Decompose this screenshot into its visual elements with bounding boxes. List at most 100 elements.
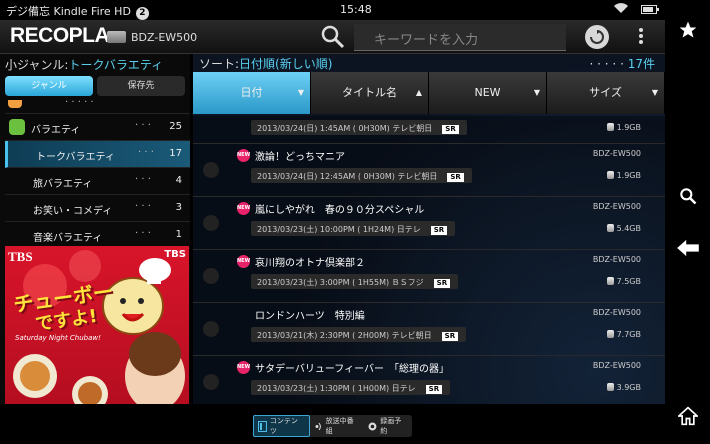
sr-badge: SR — [433, 279, 451, 288]
select-checkbox[interactable] — [203, 162, 219, 178]
recording-title: 哀川翔のオトナ倶楽部２ — [255, 258, 365, 269]
record-icon — [368, 422, 377, 430]
contents-icon — [258, 420, 267, 432]
item-count: · · · · · 17件 — [589, 57, 655, 71]
notification-badge[interactable]: 2 — [135, 7, 149, 20]
disk-icon — [606, 383, 614, 391]
column-size[interactable]: サイズ ▼ — [547, 72, 665, 114]
recording-row[interactable]: ロンドンハーツ 特別編 BDZ-EW500 2013/03/21(木) 2:30… — [193, 303, 665, 356]
recording-row[interactable]: NEW サタデーバリューフィーバー 「総理の器」 BDZ-EW500 2013/… — [193, 356, 665, 409]
contents-button[interactable]: コンテンツ — [253, 415, 310, 437]
sort-arrow-icon: ▼ — [651, 88, 658, 97]
status-bar: デジ備忘 Kindle Fire HD 2 15:48 — [0, 0, 665, 20]
genre-item-variety[interactable]: バラエティ · · · 25 — [5, 114, 190, 141]
variety-icon — [9, 119, 25, 135]
disk-icon — [606, 123, 614, 131]
disk-icon — [606, 277, 614, 285]
system-nav-bar — [665, 0, 710, 444]
reservation-button[interactable]: 録画予約 — [364, 415, 412, 437]
column-new[interactable]: NEW ▼ — [429, 72, 547, 114]
recording-device: BDZ-EW500 — [592, 149, 641, 158]
app-header: RECOPLA BDZ-EW500 キーワードを入力 — [0, 20, 665, 54]
genre-item-travel-variety[interactable]: 旅バラエティ · · · 4 — [5, 168, 190, 195]
file-size: 1.9GB — [606, 123, 641, 132]
recording-list-panel: ソート:日付順(新しい順) · · · · · 17件 日付 ▼ タイトル名 ▲ N… — [193, 54, 665, 409]
column-date[interactable]: 日付 ▼ — [193, 72, 311, 114]
search-icon[interactable] — [320, 24, 346, 50]
file-size: 1.9GB — [606, 171, 641, 180]
program-thumbnail[interactable]: TBS TBS チューボー ですよ! Saturday Night Chubaw… — [5, 246, 189, 404]
new-badge: NEW — [237, 255, 250, 268]
file-size: 3.9GB — [606, 383, 641, 392]
overflow-menu-button[interactable] — [637, 27, 645, 47]
refresh-button[interactable] — [585, 25, 609, 49]
select-checkbox[interactable] — [203, 215, 219, 231]
sr-badge: SR — [442, 125, 459, 134]
search-input[interactable]: キーワードを入力 — [354, 24, 566, 51]
program-subtitle: Saturday Night Chubaw! — [15, 334, 101, 342]
recording-row[interactable]: NEW 哀川翔のオトナ倶楽部２ BDZ-EW500 2013/03/23(土) … — [193, 250, 665, 303]
file-size: 7.7GB — [606, 330, 641, 339]
genre-item-partial[interactable]: · · · · · — [5, 97, 190, 114]
recording-device: BDZ-EW500 — [592, 255, 641, 264]
sort-arrow-icon: ▼ — [297, 88, 304, 97]
sort-bar: ソート:日付順(新しい順) · · · · · 17件 — [193, 54, 665, 71]
recording-list: 2013/03/24(日) 1:45AM ( 0H30M) テレビ朝日 SR 1.… — [193, 116, 665, 409]
recording-row[interactable]: NEW 嵐にしやがれ 春の９０分スペシャル BDZ-EW500 2013/03/… — [193, 197, 665, 250]
select-checkbox[interactable] — [203, 321, 219, 337]
genre-tabs: ジャンル 保存先 — [5, 76, 185, 98]
recording-info: 2013/03/24(日) 12:45AM ( 0H30M) テレビ朝日 SR — [251, 168, 472, 183]
genre-item-comedy[interactable]: お笑い・コメディ · · · 3 — [5, 195, 190, 222]
new-badge: NEW — [237, 149, 250, 162]
file-size: 7.5GB — [606, 277, 641, 286]
recording-row[interactable]: NEW 激論！どっちマニア BDZ-EW500 2013/03/24(日) 12… — [193, 144, 665, 197]
sr-badge: SR — [425, 385, 443, 394]
app-logo: RECOPLA — [10, 24, 110, 47]
column-title[interactable]: タイトル名 ▲ — [311, 72, 429, 114]
recording-info: 2013/03/21(木) 2:30PM ( 2H00M) テレビ朝日 SR — [251, 327, 467, 342]
device-name: BDZ-EW500 — [131, 31, 198, 44]
disk-icon — [606, 330, 614, 338]
status-time: 15:48 — [340, 3, 372, 16]
column-headers: 日付 ▼ タイトル名 ▲ NEW ▼ サイズ ▼ — [193, 72, 665, 114]
recording-title: ロンドンハーツ 特別編 — [255, 311, 365, 322]
file-size: 5.4GB — [606, 224, 641, 233]
recording-info: 2013/03/23(土) 3:00PM ( 1H55M) ＢＳフジ SR — [251, 274, 459, 289]
sr-badge: SR — [441, 332, 459, 341]
recording-title: 嵐にしやがれ 春の９０分スペシャル — [255, 205, 425, 216]
recording-device: BDZ-EW500 — [592, 202, 641, 211]
genre-panel: 小ジャンル:トークバラエティ ジャンル 保存先 · · · · · バラエティ … — [0, 54, 190, 404]
disk-icon — [606, 224, 614, 232]
recorder-device-icon — [107, 31, 126, 43]
recording-device: BDZ-EW500 — [592, 308, 641, 317]
genre-item-music-variety[interactable]: 音楽バラエティ · · · 1 — [5, 222, 190, 249]
bottom-toolbar: コンテンツ 放送中番組 録画予約 — [0, 404, 665, 444]
sort-arrow-icon: ▲ — [415, 88, 422, 97]
recording-info: 2013/03/24(日) 1:45AM ( 0H30M) テレビ朝日 SR — [251, 120, 467, 135]
recording-row[interactable]: 2013/03/24(日) 1:45AM ( 0H30M) テレビ朝日 SR 1.… — [193, 116, 665, 144]
select-checkbox[interactable] — [203, 374, 219, 390]
recording-title: サタデーバリューフィーバー 「総理の器」 — [255, 364, 449, 375]
search-icon[interactable] — [665, 176, 710, 216]
tab-genre[interactable]: ジャンル — [5, 76, 93, 96]
sr-badge: SR — [430, 226, 448, 235]
recording-info: 2013/03/23(土) 10:00PM ( 1H24M) 日テレ SR — [251, 221, 456, 236]
genre-item-talk-variety[interactable]: トークバラエティ · · · 17 — [5, 141, 190, 168]
battery-icon — [641, 5, 659, 14]
favorites-star-icon[interactable] — [665, 10, 710, 50]
wifi-icon — [614, 3, 628, 17]
mode-switcher: コンテンツ 放送中番組 録画予約 — [253, 415, 412, 437]
home-icon[interactable] — [665, 396, 710, 436]
sr-badge: SR — [447, 173, 464, 182]
broadcasting-button[interactable]: 放送中番組 — [310, 415, 365, 437]
new-badge: NEW — [237, 361, 250, 374]
sort-label: ソート:日付順(新しい順) — [199, 57, 333, 71]
select-checkbox[interactable] — [203, 268, 219, 284]
back-arrow-icon[interactable] — [665, 228, 710, 268]
refresh-icon — [590, 30, 604, 44]
recording-info: 2013/03/23(土) 1:30PM ( 1H00M) 日テレ SR — [251, 380, 451, 395]
subgenre-label: 小ジャンル:トークバラエティ — [5, 58, 164, 72]
sort-arrow-icon: ▼ — [533, 88, 540, 97]
tab-storage[interactable]: 保存先 — [97, 76, 185, 96]
genre-category-icon — [8, 100, 22, 108]
